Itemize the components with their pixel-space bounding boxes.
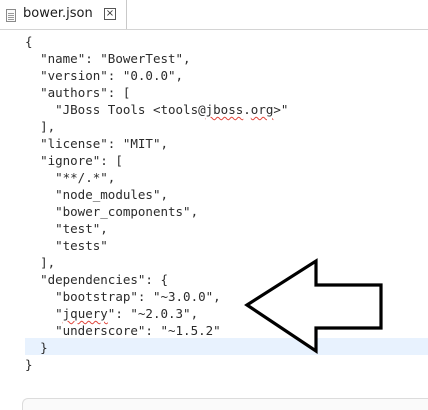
code-line: "authors": [ bbox=[25, 84, 288, 101]
horizontal-scrollbar[interactable] bbox=[22, 398, 428, 410]
code-text: " bbox=[55, 306, 63, 321]
code-text: "**/.*", bbox=[55, 170, 116, 185]
code-line: ], bbox=[25, 118, 288, 135]
tab-bower-json[interactable]: bower.json × bbox=[0, 0, 127, 30]
code-line: "license": "MIT", bbox=[25, 135, 288, 152]
editor-tab-strip: bower.json × bbox=[0, 0, 428, 30]
code-line: "ignore": [ bbox=[25, 152, 288, 169]
code-text: ], bbox=[40, 119, 56, 134]
code-text: } bbox=[40, 340, 48, 355]
code-line: "**/.*", bbox=[25, 169, 288, 186]
code-line: "bower_components", bbox=[25, 203, 288, 220]
code-text: . bbox=[243, 102, 251, 117]
code-text: ], bbox=[40, 255, 56, 270]
code-text: "tests" bbox=[55, 238, 108, 253]
code-text: "authors": [ bbox=[40, 85, 131, 100]
code-line: "JBoss Tools <tools@jboss.org>" bbox=[25, 101, 288, 118]
code-text: "JBoss Tools <tools@ bbox=[55, 102, 206, 117]
tab-title: bower.json bbox=[23, 6, 93, 21]
code-text: "license": "MIT", bbox=[40, 136, 168, 151]
code-text: { bbox=[25, 34, 33, 49]
arrow-shape bbox=[244, 258, 383, 354]
code-text: } bbox=[25, 357, 33, 372]
code-text: "ignore": [ bbox=[40, 153, 123, 168]
code-text: "dependencies": { bbox=[40, 272, 168, 287]
code-text: "bower_components", bbox=[55, 204, 199, 219]
code-text: >" bbox=[273, 102, 289, 117]
code-text: "bootstrap": "~3.0.0", bbox=[55, 289, 221, 304]
spelling-error: jquery bbox=[62, 306, 108, 321]
editor-ruler bbox=[0, 30, 17, 396]
code-line: "tests" bbox=[25, 237, 288, 254]
code-line: } bbox=[25, 356, 288, 373]
code-line: "test", bbox=[25, 220, 288, 237]
code-text: "underscore": "~1.5.2" bbox=[55, 323, 221, 338]
file-icon bbox=[6, 9, 16, 22]
left-arrow-icon bbox=[244, 258, 383, 354]
spelling-error: jboss bbox=[205, 102, 244, 117]
code-text: "version": "0.0.0", bbox=[40, 68, 184, 83]
spelling-error: org bbox=[250, 102, 274, 117]
editor-window: bower.json × { "name": "BowerTest", "ver… bbox=[0, 0, 428, 410]
code-text: "test", bbox=[55, 221, 108, 236]
close-icon[interactable]: × bbox=[104, 8, 116, 20]
code-line: "name": "BowerTest", bbox=[25, 50, 288, 67]
code-line: "node_modules", bbox=[25, 186, 288, 203]
code-line: "version": "0.0.0", bbox=[25, 67, 288, 84]
code-line: { bbox=[25, 33, 288, 50]
code-text: ": "~2.0.3", bbox=[107, 306, 199, 321]
code-text: "name": "BowerTest", bbox=[40, 51, 191, 66]
code-text: "node_modules", bbox=[55, 187, 168, 202]
